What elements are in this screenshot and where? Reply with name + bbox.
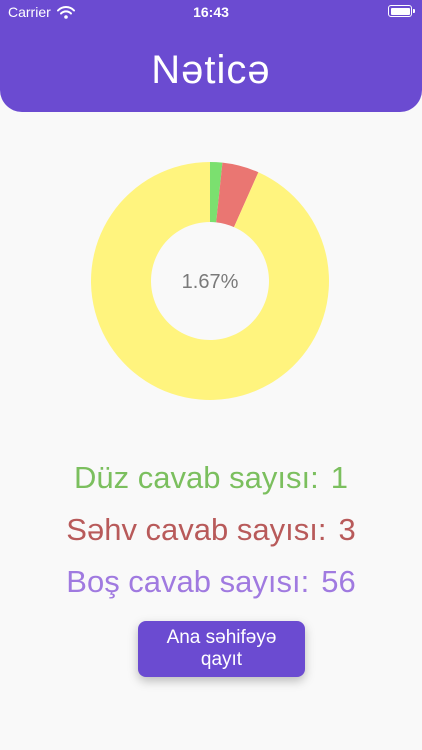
empty-count-label: Boş cavab sayısı: [66,564,310,599]
correct-count-row: Düz cavab sayısı: 1 [0,452,422,504]
back-to-home-button[interactable]: Ana səhifəyə qayıt [138,621,305,677]
wrong-count-row: Səhv cavab sayısı: 3 [0,504,422,556]
chart-center-label: 1.67% [182,271,239,293]
wrong-count-label: Səhv cavab sayısı: [66,512,327,547]
empty-count-row: Boş cavab sayısı: 56 [0,556,422,608]
stats-panel: Düz cavab sayısı: 1 Səhv cavab sayısı: 3 B… [0,452,422,608]
status-time: 16:43 [193,4,229,20]
result-donut-chart: 1.67% [91,162,329,400]
donut-svg: 1.67% [91,162,329,400]
empty-count-value: 56 [321,564,356,599]
correct-count-label: Düz cavab sayısı: [74,460,319,495]
wrong-count-value: 3 [338,512,356,547]
correct-count-value: 1 [330,460,348,495]
status-bar: Carrier 16:43 [0,0,422,24]
page-title: Nəticə [151,48,271,92]
battery-icon [388,5,415,17]
